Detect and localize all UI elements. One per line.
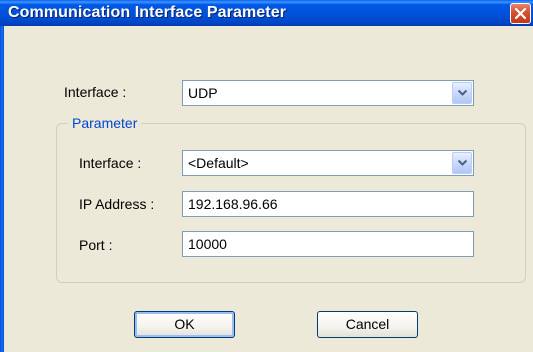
parameter-interface-select[interactable]: <Default> — [182, 150, 474, 176]
chevron-down-icon — [457, 89, 468, 96]
interface-select-value: UDP — [188, 85, 218, 101]
ip-address-label: IP Address : — [79, 196, 155, 212]
cancel-button[interactable]: Cancel — [317, 311, 418, 338]
interface-select[interactable]: UDP — [182, 80, 474, 106]
interface-dropdown-button[interactable] — [452, 82, 472, 104]
parameter-group-title: Parameter — [68, 115, 142, 131]
ip-address-field[interactable]: 192.168.96.66 — [182, 191, 474, 217]
window-title: Communication Interface Parameter — [8, 4, 287, 21]
window-frame-left — [0, 26, 4, 352]
ok-button[interactable]: OK — [134, 311, 235, 338]
close-button[interactable] — [510, 3, 531, 24]
parameter-interface-label: Interface : — [79, 155, 142, 171]
parameter-interface-select-value: <Default> — [188, 155, 249, 171]
port-label: Port : — [79, 237, 113, 253]
chevron-down-icon — [457, 159, 468, 166]
port-field[interactable]: 10000 — [182, 231, 474, 257]
close-icon — [514, 7, 527, 20]
title-bar[interactable]: Communication Interface Parameter — [0, 0, 533, 26]
interface-label: Interface : — [64, 84, 127, 100]
parameter-interface-dropdown-button[interactable] — [452, 152, 472, 174]
